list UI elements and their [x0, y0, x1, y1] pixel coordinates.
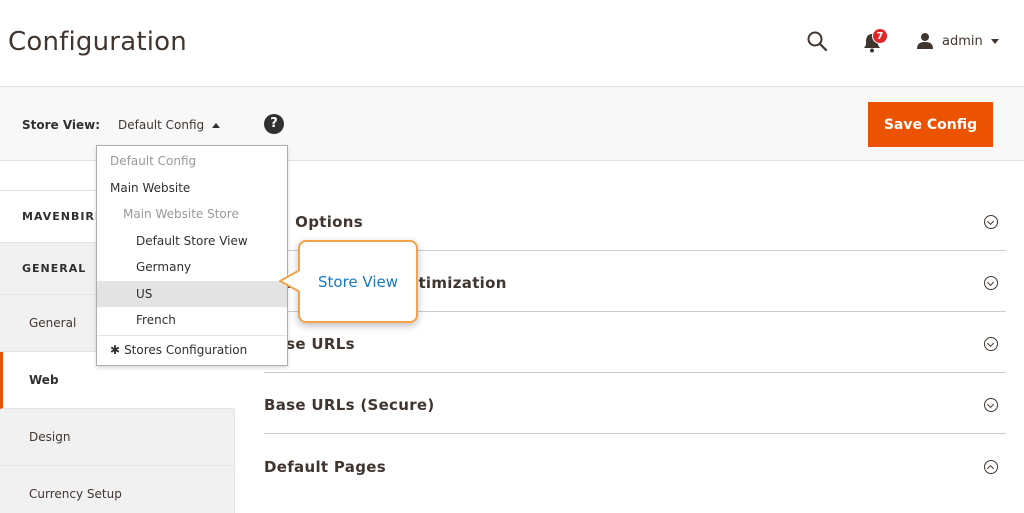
dropdown-divider [97, 334, 287, 336]
expand-chevron-icon[interactable] [984, 337, 998, 351]
group-default-pages[interactable]: Default Pages [264, 434, 1006, 495]
dropdown-item-french[interactable]: French [97, 307, 287, 334]
user-icon [917, 33, 933, 49]
expand-chevron-icon[interactable] [984, 398, 998, 412]
sidebar-item-design[interactable]: Design [0, 409, 234, 466]
sidebar-item-currency-setup[interactable]: Currency Setup [0, 466, 234, 513]
search-button[interactable] [806, 30, 830, 54]
store-view-switcher[interactable]: Default Config [118, 118, 221, 132]
stores-configuration-label: Stores Configuration [124, 342, 248, 357]
dropdown-item-default-store-view[interactable]: Default Store View [97, 228, 287, 255]
gear-icon: ✱ [110, 342, 121, 357]
dropdown-item-germany[interactable]: Germany [97, 254, 287, 281]
stores-configuration-link[interactable]: ✱ Stores Configuration [97, 337, 287, 364]
user-menu[interactable]: admin [916, 30, 999, 52]
callout-text: Store View [317, 272, 398, 291]
notifications-button[interactable]: 7 [858, 28, 888, 54]
help-icon[interactable]: ? [264, 114, 284, 134]
config-main: Url Options Search Engine Optimization B… [264, 190, 1006, 495]
page-title: Configuration [8, 27, 187, 57]
group-title: Default Pages [264, 457, 386, 476]
search-icon [807, 31, 828, 52]
group-title: Base URLs (Secure) [264, 396, 435, 414]
collapse-chevron-icon[interactable] [984, 459, 998, 474]
expand-chevron-icon[interactable] [984, 215, 998, 229]
dropdown-item-main-website[interactable]: Main Website [97, 175, 287, 202]
store-view-current: Default Config [118, 118, 205, 132]
store-view-label: Store View: [22, 118, 101, 132]
save-config-button[interactable]: Save Config [868, 102, 993, 147]
notification-count-badge: 7 [872, 28, 888, 44]
dropdown-item-us[interactable]: US [97, 280, 287, 307]
dropdown-item-default-config: Default Config [110, 154, 197, 169]
expand-chevron-icon[interactable] [984, 276, 998, 290]
dropdown-item-main-website-store: Main Website Store [123, 207, 239, 222]
group-base-urls-secure[interactable]: Base URLs (Secure) [264, 373, 1006, 434]
callout-pointer [279, 269, 302, 293]
chevron-up-icon [212, 122, 221, 128]
user-name: admin [942, 33, 983, 49]
store-view-callout: Store View [298, 240, 418, 323]
chevron-down-icon [990, 38, 999, 44]
store-view-dropdown: Default Config Main Website Main Website… [96, 145, 288, 366]
